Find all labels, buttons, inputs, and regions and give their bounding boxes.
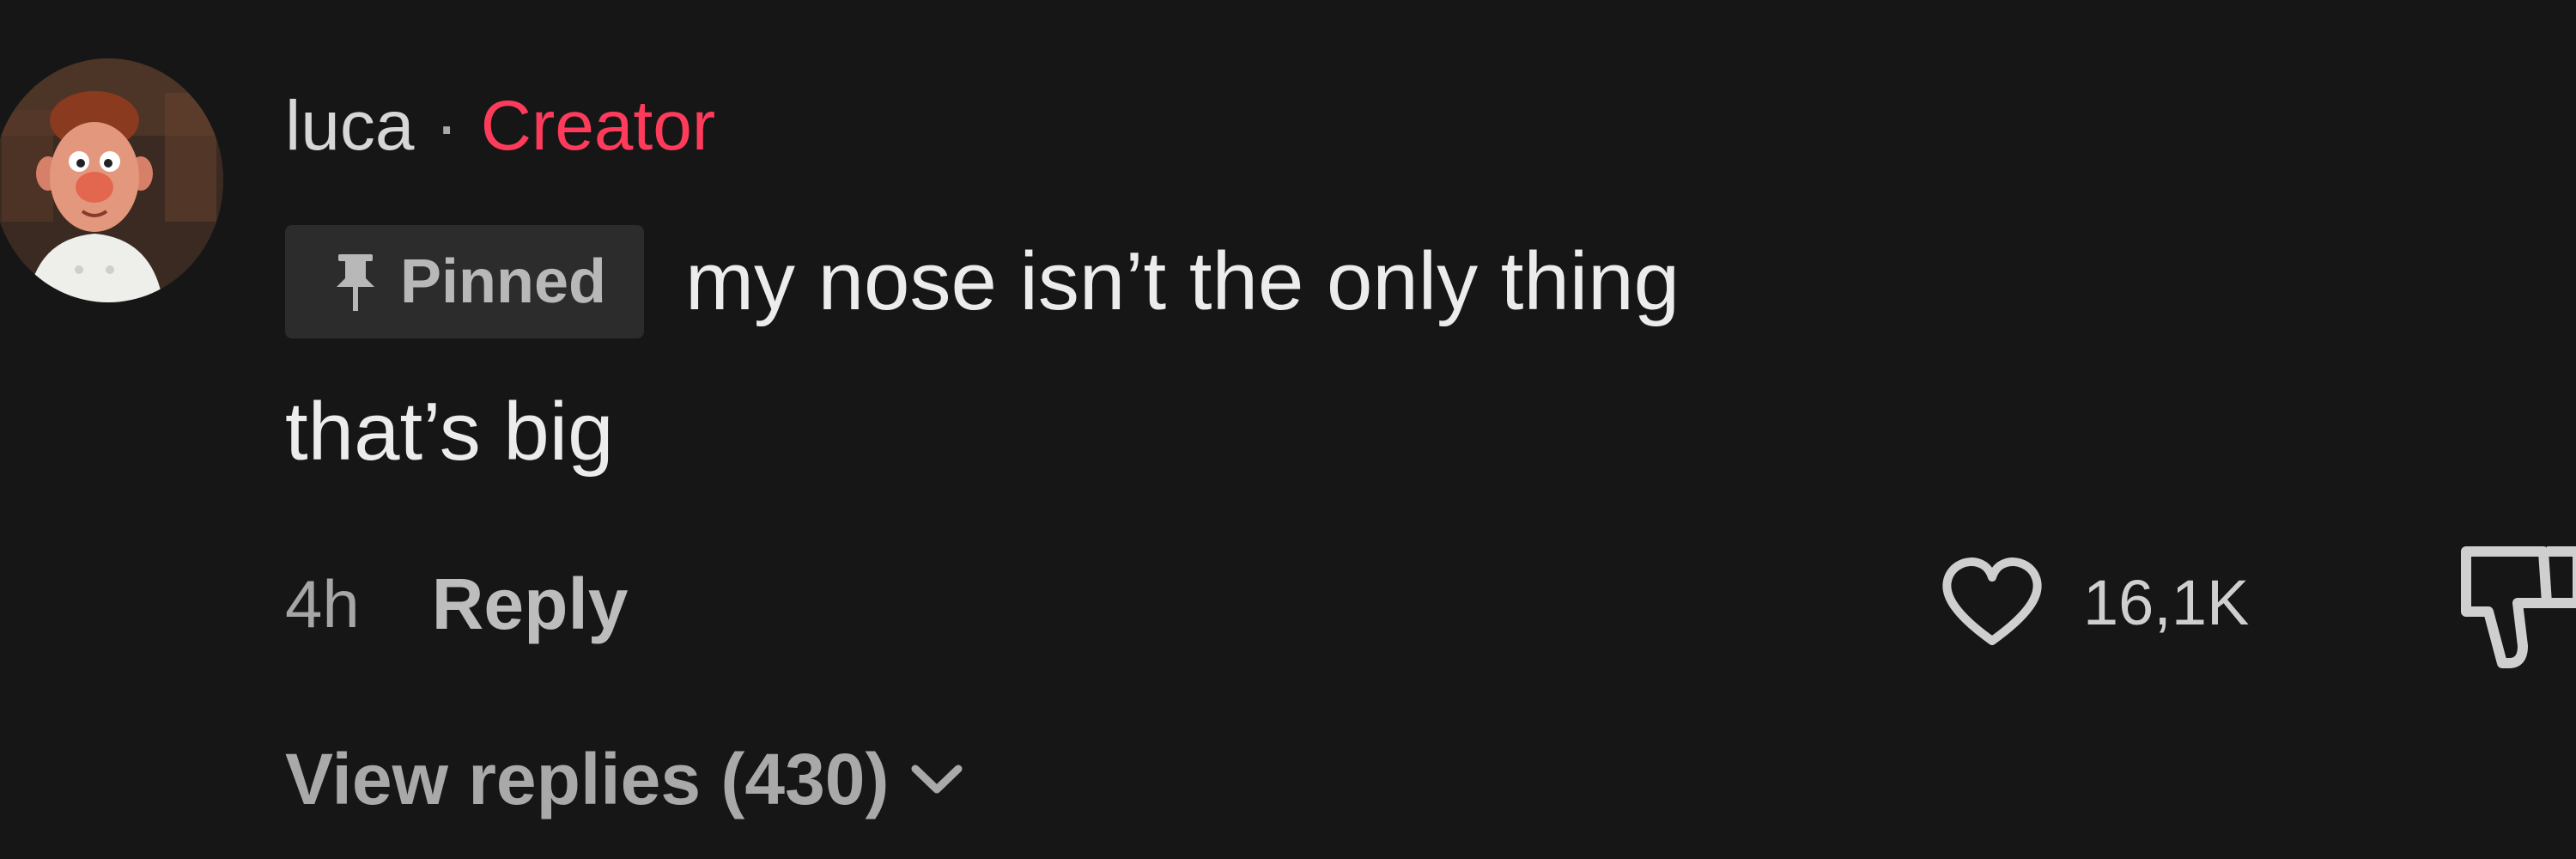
comment-text-line-1: Pinned my nose isn’t the only thing bbox=[285, 225, 1680, 338]
like-button[interactable]: 16,1K bbox=[1939, 546, 2249, 658]
view-replies-label: View replies (430) bbox=[285, 738, 890, 819]
reply-button[interactable]: Reply bbox=[432, 563, 629, 646]
separator-dot: · bbox=[434, 87, 459, 165]
comment-header: luca · Creator bbox=[285, 79, 715, 174]
view-replies-button[interactable]: View replies (430) bbox=[285, 732, 963, 826]
pinned-badge: Pinned bbox=[285, 225, 645, 338]
heart-icon bbox=[1942, 557, 2042, 645]
pinned-label: Pinned bbox=[400, 247, 607, 316]
pin-icon bbox=[337, 254, 374, 311]
avatar-image bbox=[0, 58, 223, 302]
comment-item: luca · Creator Pinned my nose isn’t the … bbox=[0, 0, 2576, 859]
like-count: 16,1K bbox=[2083, 566, 2250, 638]
creator-badge: Creator bbox=[480, 87, 716, 165]
dislike-icon[interactable] bbox=[2458, 534, 2576, 672]
avatar[interactable] bbox=[0, 58, 223, 302]
comment-text-part-1: my nose isn’t the only thing bbox=[685, 235, 1680, 327]
comment-text-line-2: that’s big bbox=[285, 386, 614, 478]
timestamp: 4h bbox=[285, 565, 360, 642]
comment-actions: 4h Reply bbox=[285, 557, 629, 651]
username[interactable]: luca bbox=[285, 86, 414, 167]
chevron-down-icon bbox=[911, 765, 962, 794]
